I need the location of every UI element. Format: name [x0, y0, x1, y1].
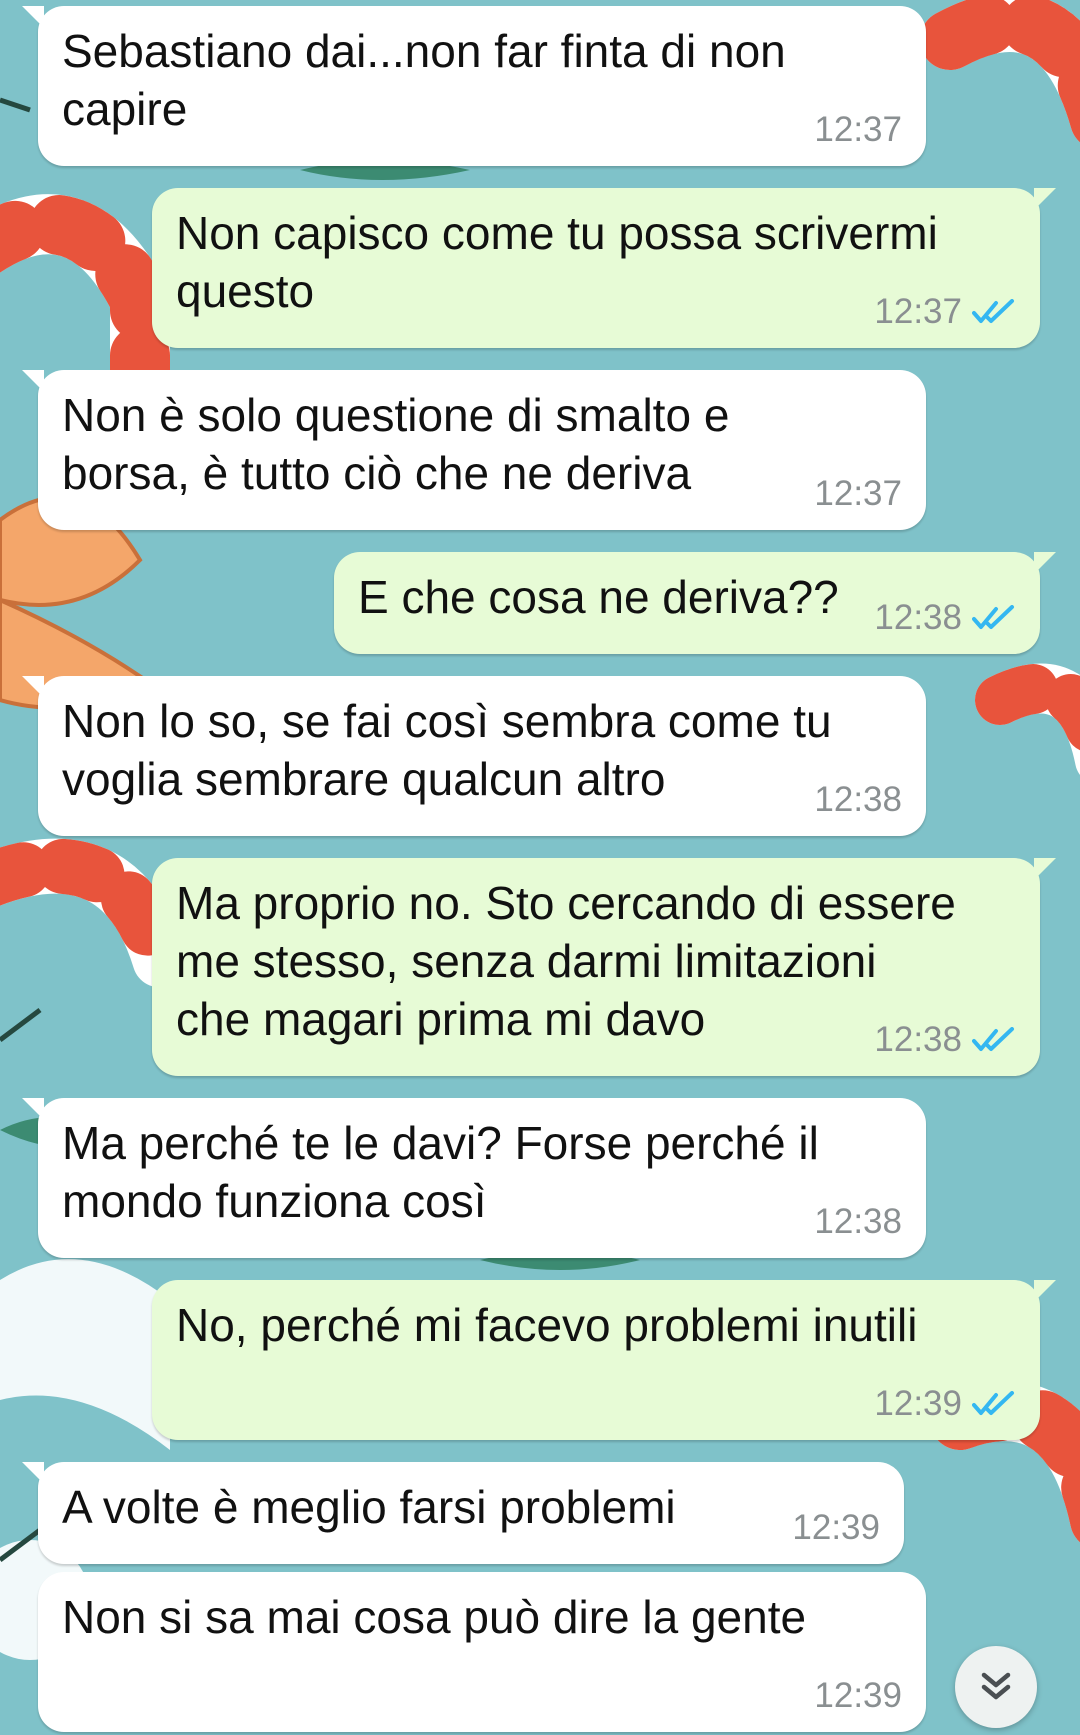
message-meta: 12:37 [874, 292, 1016, 332]
message-time: 12:39 [874, 1384, 962, 1423]
message-meta: 12:37 [814, 110, 902, 150]
message-meta: 12:39 [814, 1676, 902, 1716]
double-check-icon [972, 299, 1014, 323]
double-chevron-down-icon [981, 1672, 1011, 1700]
incoming-message-bubble[interactable]: Non si sa mai cosa può dire la gente 12:… [38, 1572, 926, 1732]
message-text: Sebastiano dai...non far finta di non ca… [62, 25, 786, 135]
outgoing-message-bubble[interactable]: E che cosa ne deriva?? 12:38 [334, 552, 1056, 654]
bubble-tail [1034, 188, 1056, 210]
message-time: 12:39 [792, 1508, 880, 1547]
message-meta: 12:38 [814, 780, 902, 820]
double-check-icon [972, 605, 1014, 629]
bubble-tail [22, 1462, 44, 1484]
double-check-icon [972, 1027, 1014, 1051]
double-check-icon [972, 1391, 1014, 1415]
incoming-message-bubble[interactable]: Ma perché te le davi? Forse perché il mo… [22, 1098, 926, 1258]
message-text: Non si sa mai cosa può dire la gente [62, 1591, 807, 1643]
message-text: No, perché mi facevo problemi inutili [176, 1299, 918, 1351]
message-text: Non lo so, se fai così sembra come tu vo… [62, 695, 832, 805]
outgoing-message-bubble[interactable]: No, perché mi facevo problemi inutili 12… [152, 1280, 1056, 1440]
message-time: 12:37 [814, 474, 902, 513]
message-time: 12:38 [814, 1202, 902, 1241]
incoming-message-bubble[interactable]: Sebastiano dai...non far finta di non ca… [22, 6, 926, 166]
incoming-message-bubble[interactable]: Non è solo questione di smalto e borsa, … [22, 370, 926, 530]
bubble-tail [22, 370, 44, 392]
message-text: A volte è meglio farsi problemi [62, 1481, 676, 1533]
message-time: 12:37 [874, 292, 962, 331]
message-meta: 12:38 [874, 1020, 1016, 1060]
bubble-tail [1034, 552, 1056, 574]
message-meta: 12:39 [792, 1508, 880, 1548]
bubble-tail [22, 6, 44, 28]
message-time: 12:37 [814, 110, 902, 149]
message-time: 12:38 [874, 598, 962, 637]
message-meta: 12:39 [874, 1384, 1016, 1424]
outgoing-message-bubble[interactable]: Non capisco come tu possa scrivermi ques… [152, 188, 1056, 348]
message-meta: 12:37 [814, 474, 902, 514]
bubble-tail [1034, 858, 1056, 880]
bubble-tail [22, 1098, 44, 1120]
outgoing-message-bubble[interactable]: Ma proprio no. Sto cercando di essere me… [152, 858, 1056, 1076]
message-meta: 12:38 [814, 1202, 902, 1242]
message-time: 12:39 [814, 1676, 902, 1715]
incoming-message-bubble[interactable]: Non lo so, se fai così sembra come tu vo… [22, 676, 926, 836]
message-text: Ma perché te le davi? Forse perché il mo… [62, 1117, 819, 1227]
message-meta: 12:38 [874, 598, 1016, 638]
incoming-message-bubble[interactable]: A volte è meglio farsi problemi 12:39 [22, 1462, 904, 1564]
message-time: 12:38 [874, 1020, 962, 1059]
bubble-tail [22, 676, 44, 698]
bubble-tail [1034, 1280, 1056, 1302]
message-list[interactable]: Sebastiano dai...non far finta di non ca… [0, 0, 1080, 1735]
scroll-to-bottom-button[interactable] [955, 1646, 1037, 1728]
message-time: 12:38 [814, 780, 902, 819]
message-text: Non è solo questione di smalto e borsa, … [62, 389, 730, 499]
